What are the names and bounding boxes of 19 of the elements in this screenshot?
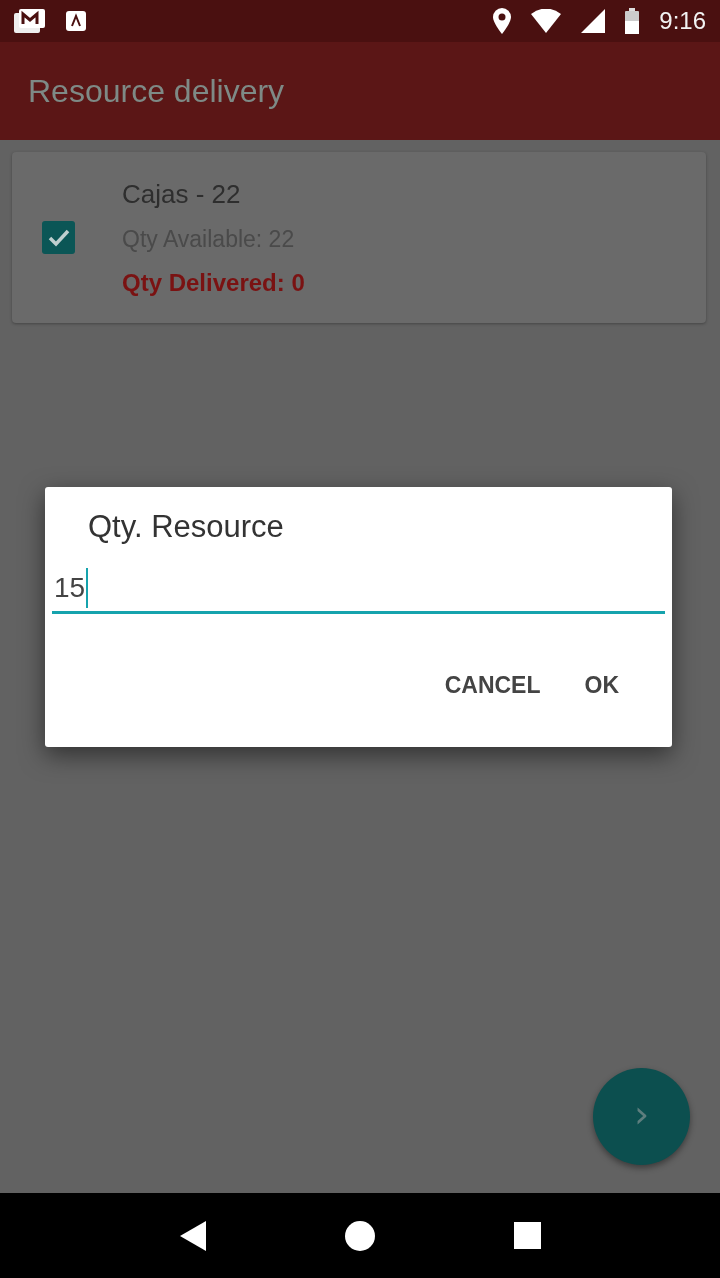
clock-time: 9:16 [659, 7, 706, 35]
dialog-button[interactable]: OK [568, 664, 635, 707]
signal-icon [581, 9, 606, 33]
back-icon[interactable] [179, 1220, 206, 1251]
location-icon [493, 8, 512, 34]
checkbox[interactable] [42, 221, 75, 254]
qty-delivered: Qty Delivered: 0 [122, 268, 305, 297]
resource-name: Cajas - 22 [122, 178, 242, 210]
battery-icon [625, 8, 640, 34]
dialog-button[interactable]: CANCEL [428, 664, 557, 707]
wifi-icon [531, 9, 562, 33]
app-title: Resource delivery [28, 72, 285, 110]
dialog-title: Qty. Resource [88, 509, 284, 545]
home-icon[interactable] [344, 1220, 375, 1251]
recents-icon[interactable] [513, 1222, 541, 1249]
app-icon [66, 11, 86, 31]
checkmark-icon [46, 227, 71, 248]
mail-icon [14, 9, 46, 33]
input-field[interactable]: 15 [52, 565, 665, 614]
